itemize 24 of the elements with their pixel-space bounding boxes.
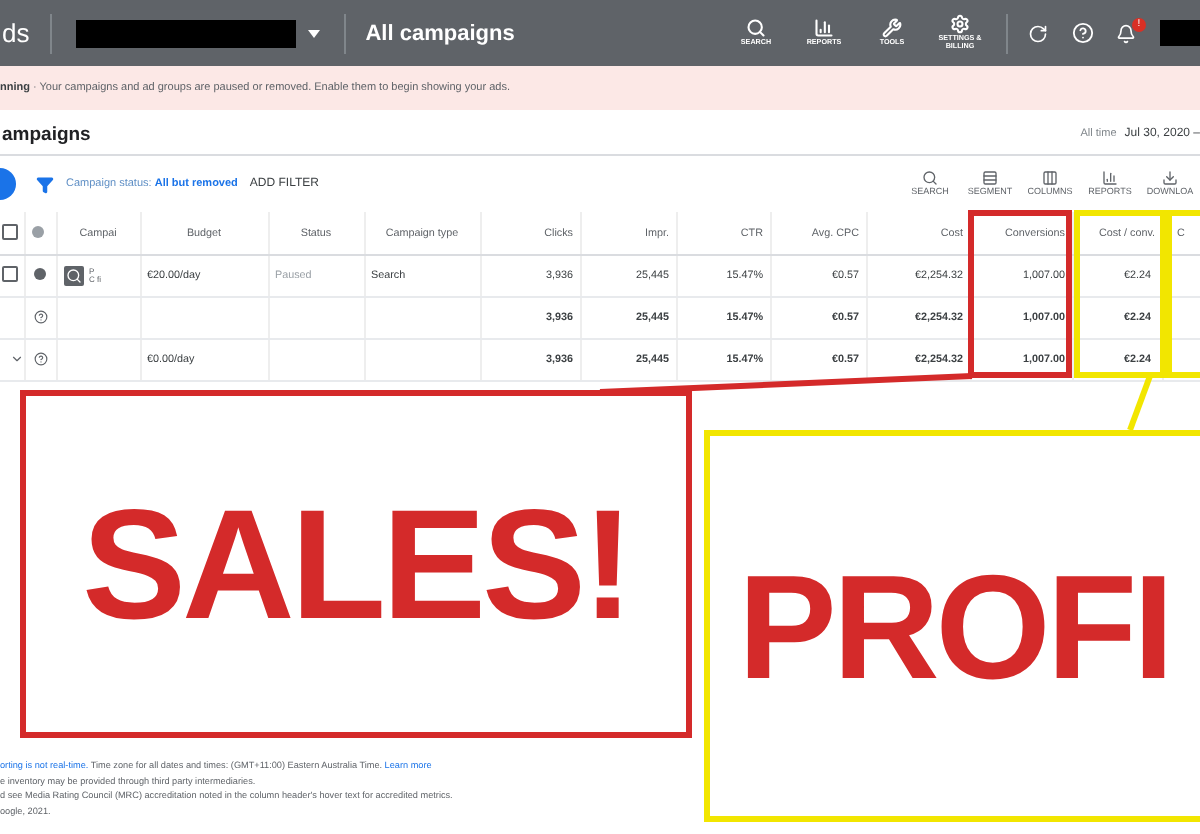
redacted-account: [1160, 20, 1200, 46]
help-icon[interactable]: [33, 309, 47, 323]
search-icon[interactable]: [746, 18, 766, 39]
wrench-icon[interactable]: [882, 18, 902, 39]
status-dot[interactable]: [34, 268, 46, 280]
checkbox[interactable]: [2, 223, 18, 239]
status-dot: [31, 225, 43, 237]
search-campaign-icon: [63, 266, 83, 286]
bar-chart-icon[interactable]: [1102, 170, 1118, 187]
checkbox[interactable]: [2, 266, 18, 282]
columns-icon[interactable]: [1042, 170, 1058, 187]
help-icon[interactable]: [33, 351, 47, 365]
callout-text: PROFI: [736, 541, 1171, 711]
page-heading: All campaigns: [365, 21, 517, 45]
section-title: ampaigns: [2, 123, 93, 145]
download-icon[interactable]: [1162, 170, 1178, 187]
filter-icon[interactable]: [36, 175, 54, 193]
caret-icon[interactable]: [307, 29, 320, 37]
brand-name: ds: [2, 18, 32, 48]
lines-icon[interactable]: [982, 170, 998, 187]
gear-icon[interactable]: [950, 14, 970, 35]
search-icon[interactable]: [922, 170, 938, 187]
chevron-icon[interactable]: [10, 351, 22, 365]
callout-text: SALES!: [81, 473, 631, 655]
